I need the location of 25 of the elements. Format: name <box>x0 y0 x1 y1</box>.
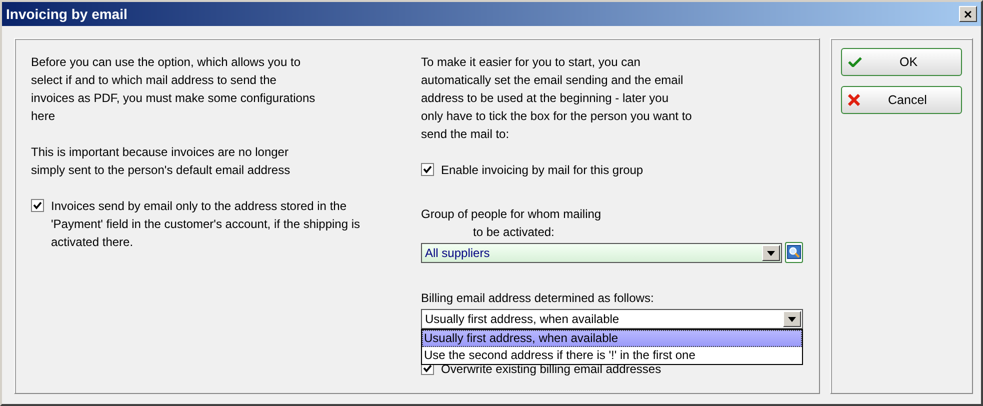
field-label: Group of people for whom mailing <box>421 206 602 223</box>
cancel-button[interactable]: Cancel <box>841 86 962 114</box>
close-button[interactable]: × <box>959 6 977 22</box>
info-text: This is important because invoices are no longer simply sent to the person's default email address <box>31 144 292 179</box>
search-icon <box>787 245 801 259</box>
search-button[interactable] <box>785 242 803 262</box>
dropdown-value: All suppliers <box>425 245 490 262</box>
info-text: Before you can use the option, which allows you to select if and to which mail address to send the invoices as PDF, you must make some configurations here <box>31 54 316 125</box>
info-text: To make it easier for you to start, you can automatically set the email sending and the email address to be used at the beginning - later you only have to tick the box for the person you want to send the mail to: <box>421 54 693 143</box>
cross-icon <box>848 94 860 106</box>
dropdown-option[interactable]: Use the second address if there is '!' in the first one <box>422 347 802 364</box>
ok-button[interactable]: OK <box>841 48 962 76</box>
field-label: to be activated: <box>473 224 554 241</box>
field-label: Billing email address determined as follows: <box>421 290 655 307</box>
checkbox-label: Overwrite existing billing email addresses <box>441 361 662 378</box>
window-title: Invoicing by email <box>6 4 128 24</box>
dropdown-value: Usually first address, when available <box>425 311 620 328</box>
checkbox[interactable] <box>31 199 44 212</box>
checkbox-label: Invoices send by email only to the address stored in the 'Payment' field in the customer's account, if the shipping is activated there. <box>51 198 362 251</box>
checkbox-label: Enable invoicing by mail for this group <box>441 162 644 179</box>
dropdown-option[interactable]: Usually first address, when available <box>422 330 802 347</box>
group-dropdown[interactable]: All suppliers <box>421 243 782 263</box>
checkbox[interactable] <box>421 163 434 176</box>
checkmark-icon <box>848 57 862 67</box>
billing-dropdown[interactable]: Usually first address, when available <box>421 309 803 329</box>
